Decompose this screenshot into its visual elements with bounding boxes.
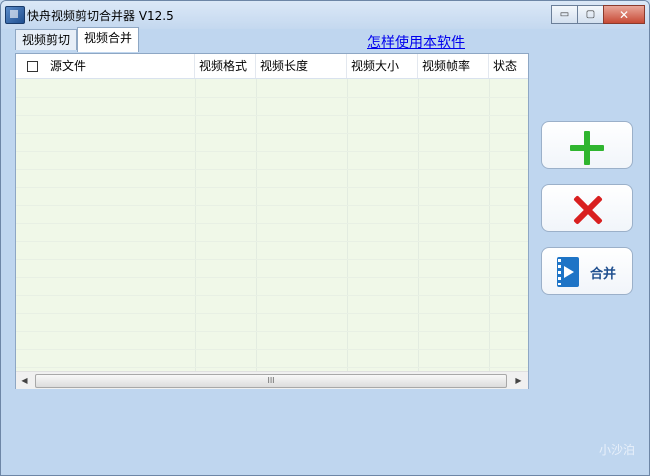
remove-file-button[interactable] [541,184,633,232]
scroll-left-arrow-icon[interactable]: ◀ [16,372,33,389]
column-header-framerate[interactable]: 视频帧率 [418,54,489,78]
plus-icon [570,131,604,165]
app-window: 快舟视频剪切合并器 V12.5 ▭ ▢ ✕ 视频剪切 视频合并 怎样使用本软件 … [0,0,650,476]
horizontal-scrollbar[interactable]: ◀ III ▶ [16,371,528,389]
minimize-button[interactable]: ▭ [551,5,578,24]
select-all-checkbox[interactable] [27,61,38,72]
merge-button-label: 合并 [590,267,617,282]
tab-video-cut[interactable]: 视频剪切 [15,29,78,50]
window-controls: ▭ ▢ ✕ [551,5,645,24]
column-header-status[interactable]: 状态 [489,54,528,78]
maximize-button[interactable]: ▢ [577,5,604,24]
merge-button[interactable]: 合并 [541,247,633,295]
table-header: 源文件 视频格式 视频长度 视频大小 视频帧率 状态 [16,54,528,79]
file-list-grid[interactable] [16,79,528,371]
close-button[interactable]: ✕ [603,5,645,24]
window-title: 快舟视频剪切合并器 V12.5 [27,9,174,23]
app-logo-icon [5,6,25,24]
column-header-duration[interactable]: 视频长度 [256,54,347,78]
column-header-format[interactable]: 视频格式 [195,54,256,78]
film-icon [557,257,579,287]
watermark: 小沙泊 [599,443,636,457]
help-link[interactable]: 怎样使用本软件 [367,32,465,52]
scroll-right-arrow-icon[interactable]: ▶ [510,372,527,389]
delete-x-icon [572,194,604,226]
column-header-source-file[interactable]: 源文件 [46,54,195,78]
file-list-panel: 源文件 视频格式 视频长度 视频大小 视频帧率 状态 ◀ III ▶ [15,53,529,389]
column-header-size[interactable]: 视频大小 [347,54,418,78]
tab-video-merge[interactable]: 视频合并 [77,27,140,52]
title-bar[interactable]: 快舟视频剪切合并器 V12.5 ▭ ▢ ✕ [1,1,649,29]
scroll-thumb[interactable]: III [35,374,507,388]
add-file-button[interactable] [541,121,633,169]
